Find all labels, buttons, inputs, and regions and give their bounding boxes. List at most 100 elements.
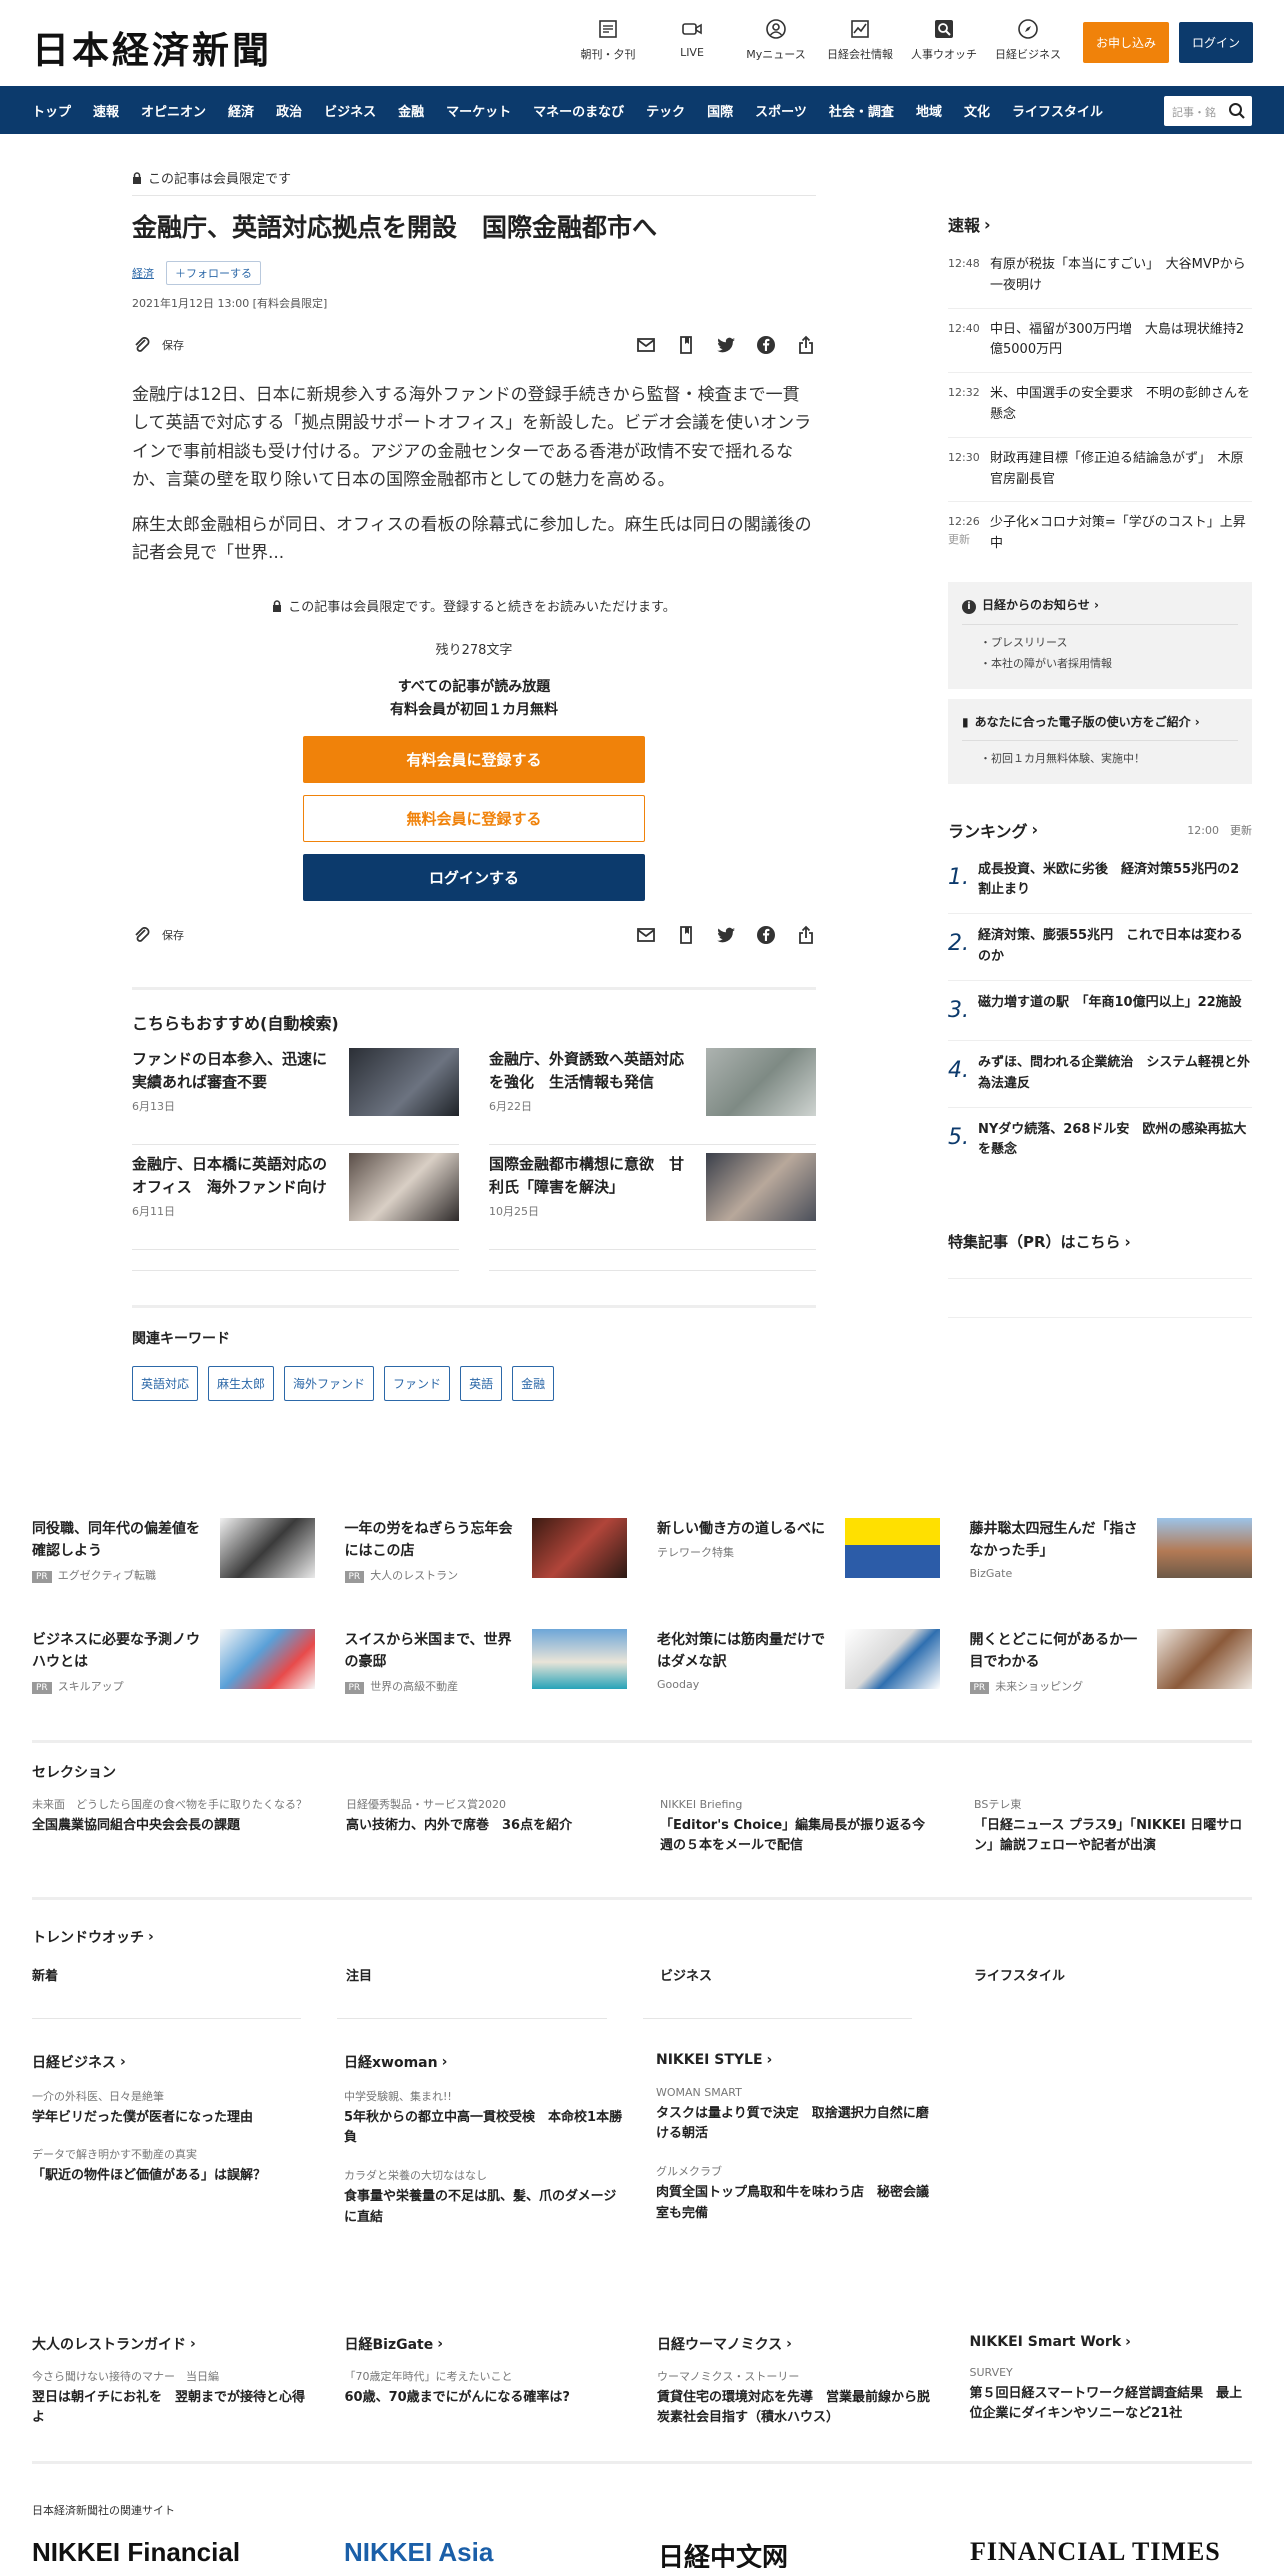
ranking-item[interactable]: 3. 磁力増す道の駅 「年商10億円以上」22施設 (948, 981, 1252, 1042)
ranking-item[interactable]: 1. 成長投資、米欧に劣後 経済対策55兆円の2割止まり (948, 848, 1252, 915)
flash-item[interactable]: 12:26 更新 少子化×コロナ対策=「学びのコスト」上昇中 (948, 502, 1252, 566)
twitter-icon[interactable] (716, 335, 736, 355)
company-info-link[interactable]: 日経会社情報 (820, 18, 900, 62)
nikkei-chinese-logo[interactable]: 日経中文网 (658, 2537, 788, 2568)
partner-column[interactable]: 大人のレストランガイド › 今さら聞けない接待のマナー 当日編 翌日は朝イチにお礼を … (32, 2334, 315, 2429)
pr-item[interactable]: スイスから米国まで、世界の豪邸 PR 世界の高級不動産 (344, 1628, 627, 1694)
keyword-tag[interactable]: 英語対応 (132, 1365, 199, 1401)
partner-column[interactable]: 日経ウーマノミクス › ウーマノミクス・ストーリー 賃貸住宅の環境対応を先導 営業最前… (657, 2334, 940, 2429)
mail-icon[interactable] (636, 925, 656, 945)
trend-heading[interactable]: トレンドウオッチ › (32, 1927, 1252, 1947)
nav-item-sports[interactable]: スポーツ (744, 101, 818, 120)
tab-business[interactable]: ビジネス (660, 1965, 938, 1984)
flash-item[interactable]: 12:32 米、中国選手の安全要求 不明の彭帥さんを懸念 (948, 373, 1252, 438)
partner-item[interactable]: WOMAN SMART タスクは量より質で決定 取捨選択力自然に磨ける朝活 (656, 2084, 938, 2145)
nav-item-economy[interactable]: 経済 (217, 101, 265, 120)
flash-heading[interactable]: 速報 › (948, 212, 1252, 236)
search-icon[interactable] (1228, 102, 1246, 120)
pr-item[interactable]: 老化対策には筋肉量だけではダメな訳 Gooday (657, 1628, 940, 1694)
nav-item-international[interactable]: 国際 (696, 101, 744, 120)
keyword-tag[interactable]: 海外ファンド (284, 1365, 375, 1401)
save-button[interactable]: 保存 (132, 335, 184, 355)
site-logo[interactable]: 日本経済新聞 (32, 20, 272, 74)
category-link[interactable]: 経済 (132, 265, 154, 281)
pr-item[interactable]: 一年の労をねぎらう忘年会にはこの店 PR 大人のレストラン (344, 1518, 627, 1583)
ranking-item[interactable]: 4. みずほ、問われる企業統治 システム軽視と外為法違反 (948, 1041, 1252, 1108)
selection-item[interactable]: 未来面 どうしたら国産の食べ物を手に取りたくなる？ 全国農業協同組合中央会会長の課… (32, 1796, 310, 1857)
partner-heading[interactable]: 日経xwoman › (344, 2052, 626, 2072)
pr-item[interactable]: 開くとどこに何があるか一目でわかる PR 未来ショッピング (969, 1628, 1252, 1694)
live-link[interactable]: LIVE (652, 18, 732, 59)
nav-item-market[interactable]: マーケット (435, 101, 522, 120)
bookmark-note-icon[interactable] (676, 335, 696, 355)
partner-item[interactable]: カラダと栄養の大切なはなし 食事量や栄養量の不足は肌、髪、爪のダメージに直結 (344, 2167, 626, 2228)
recommend-item[interactable]: 国際金融都市構想に意欲 甘利氏「障害を解決」 10月25日 (489, 1145, 816, 1250)
bookmark-note-icon[interactable] (676, 925, 696, 945)
register-free-button[interactable]: 無料会員に登録する (303, 794, 645, 842)
nav-item-money[interactable]: マネーのまなび (522, 101, 635, 120)
flash-item[interactable]: 12:48 有原が税抜「本当にすごい」 大谷MVPから一夜明け (948, 244, 1252, 309)
selection-item[interactable]: BSテレ東 「日経ニュース プラス9」「NIKKEI 日曜サロン」論説フェローや記… (974, 1796, 1252, 1857)
apply-button[interactable]: お申し込み (1083, 22, 1169, 63)
notice-item[interactable]: ・本社の障がい者採用情報 (962, 654, 1238, 675)
mail-icon[interactable] (636, 335, 656, 355)
ranking-item[interactable]: 2. 経済対策、膨張55兆円 これで日本は変わるのか (948, 914, 1252, 981)
pr-item[interactable]: 藤井聡太四冠生んだ「指さなかった手」 BizGate (970, 1518, 1252, 1583)
nav-item-opinion[interactable]: オピニオン (130, 101, 217, 120)
nikkei-asia-logo[interactable]: NIKKEI Asia (344, 2537, 493, 2568)
tab-featured[interactable]: 注目 (346, 1965, 624, 1984)
keyword-tag[interactable]: 麻生太郎 (208, 1365, 275, 1401)
facebook-icon[interactable] (756, 925, 776, 945)
partner-item[interactable]: データで解き明かす不動産の真実 「駅近の物件ほど価値がある」は誤解？ (32, 2146, 314, 2186)
nav-item-culture[interactable]: 文化 (953, 101, 1001, 120)
special-feature-link[interactable]: 特集記事（PR）はこちら › (948, 1231, 1252, 1252)
partner-column[interactable]: 日経BizGate › 「70歳定年時代」に考えたいこと 60歳、70歳までにがんにな… (345, 2334, 628, 2429)
share-icon[interactable] (796, 335, 816, 355)
partner-item[interactable]: 一介の外科医、日々是絶筆 学年ビリだった僕が医者になった理由 (32, 2088, 314, 2128)
nikkei-business-link[interactable]: 日経ビジネス (988, 18, 1068, 62)
save-button[interactable]: 保存 (132, 925, 184, 945)
financial-times-logo[interactable]: FINANCIAL TIMES (970, 2537, 1221, 2567)
flash-item[interactable]: 12:30 財政再建目標「修正迫る結論急がず」 木原官房副長官 (948, 438, 1252, 503)
search-input[interactable]: 記事・銘 (1164, 96, 1252, 126)
nav-item-top[interactable]: トップ (0, 101, 82, 120)
follow-button[interactable]: ＋フォローする (166, 260, 261, 285)
partner-column[interactable]: NIKKEI Smart Work › SURVEY 第５回日経スマートワーク経営調査… (970, 2334, 1253, 2429)
tab-new[interactable]: 新着 (32, 1965, 310, 1984)
personnel-watch-link[interactable]: 人事ウオッチ (904, 18, 984, 62)
digital-guide-item[interactable]: ・初回１カ月無料体験、実施中！ (962, 749, 1238, 770)
nav-item-region[interactable]: 地域 (905, 101, 953, 120)
keyword-tag[interactable]: ファンド (384, 1365, 451, 1401)
partner-item[interactable]: グルメクラブ 肉質全国トップ鳥取和牛を味わう店 秘密会議室も完備 (656, 2163, 938, 2224)
flash-item[interactable]: 12:40 中日、福留が300万円増 大島は現状維持2億5000万円 (948, 309, 1252, 374)
notice-item[interactable]: ・プレスリリース (962, 633, 1238, 654)
nav-item-lifestyle[interactable]: ライフスタイル (1001, 101, 1114, 120)
partner-heading[interactable]: NIKKEI STYLE › (656, 2052, 938, 2068)
keyword-tag[interactable]: 英語 (460, 1365, 503, 1401)
print-edition-link[interactable]: 朝刊・夕刊 (568, 18, 648, 62)
nav-item-flash[interactable]: 速報 (82, 101, 130, 120)
recommend-item[interactable]: 金融庁、外資誘致へ英語対応を強化 生活情報も発信 6月22日 (489, 1047, 816, 1145)
ranking-item[interactable]: 5. NYダウ続落、268ドル安 欧州の感染再拡大を懸念 (948, 1108, 1252, 1174)
share-icon[interactable] (796, 925, 816, 945)
nav-item-society[interactable]: 社会・調査 (818, 101, 905, 120)
nikkei-financial-logo[interactable]: NIKKEI Financial (32, 2537, 240, 2568)
tab-lifestyle[interactable]: ライフスタイル (974, 1965, 1252, 1984)
register-paid-button[interactable]: 有料会員に登録する (303, 735, 645, 783)
ranking-heading[interactable]: ランキング › (948, 818, 1038, 842)
facebook-icon[interactable] (756, 335, 776, 355)
my-news-link[interactable]: Myニュース (736, 18, 816, 62)
pr-item[interactable]: 新しい働き方の道しるべに テレワーク特集 (657, 1518, 940, 1583)
selection-item[interactable]: 日経優秀製品・サービス賞2020 高い技術力、内外で席巻 36点を紹介 (346, 1796, 624, 1857)
login-cta-button[interactable]: ログインする (303, 853, 645, 901)
pr-item[interactable]: ビジネスに必要な予測ノウハウとは PR スキルアップ (32, 1628, 315, 1694)
nav-item-business[interactable]: ビジネス (313, 101, 387, 120)
nav-item-politics[interactable]: 政治 (265, 101, 313, 120)
notice-heading[interactable]: i 日経からのお知らせ › (962, 596, 1238, 614)
partner-item[interactable]: 中学受験親、集まれ!! 5年秋からの都立中高一貫校受検 本命校1本勝負 (344, 2088, 626, 2149)
recommend-item[interactable]: 金融庁、日本橋に英語対応のオフィス 海外ファンド向け 6月11日 (132, 1145, 459, 1250)
twitter-icon[interactable] (716, 925, 736, 945)
login-button[interactable]: ログイン (1179, 22, 1253, 63)
selection-item[interactable]: NIKKEI Briefing 「Editor's Choice」編集局長が振り返… (660, 1796, 938, 1857)
digital-guide-heading[interactable]: ▮ あなたに合った電子版の使い方をご紹介 › (962, 713, 1238, 730)
